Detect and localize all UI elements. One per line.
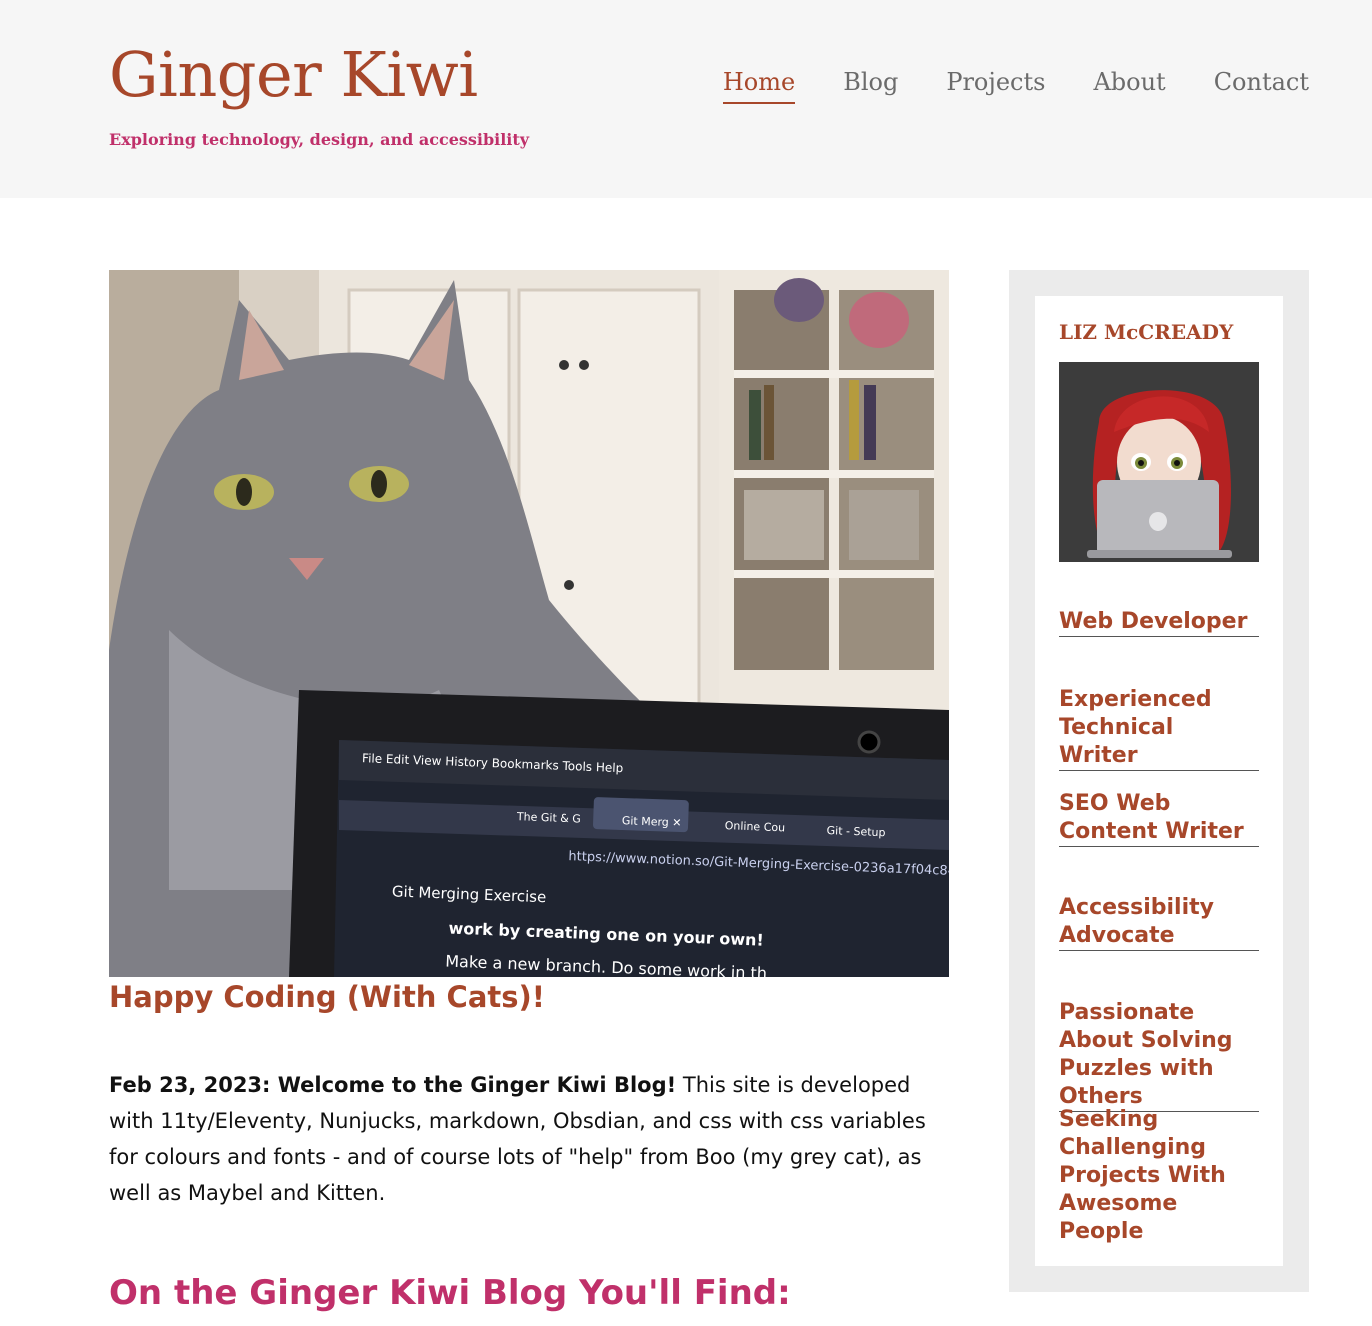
role-accessibility-advocate[interactable]: Accessibility Advocate [1059, 894, 1259, 951]
sidebar: LIZ McCREADY Web Developer Experienced T… [1009, 270, 1309, 1292]
svg-text:Online Cou: Online Cou [725, 819, 786, 834]
main-nav: Home Blog Projects About Contact [722, 68, 1309, 104]
role-seo-writer[interactable]: SEO Web Content Writer [1059, 790, 1259, 847]
section-heading: On the Ginger Kiwi Blog You'll Find: [109, 1273, 791, 1313]
svg-text:Git - Setup: Git - Setup [826, 824, 885, 839]
role-puzzles[interactable]: Passionate About Solving Puzzles with Ot… [1059, 999, 1259, 1112]
nav-contact[interactable]: Contact [1214, 68, 1309, 104]
nav-projects[interactable]: Projects [946, 68, 1045, 104]
nav-blog[interactable]: Blog [843, 68, 898, 104]
avatar [1059, 362, 1259, 562]
nav-home[interactable]: Home [722, 68, 796, 104]
site-tagline: Exploring technology, design, and access… [109, 130, 530, 149]
profile-card: LIZ McCREADY Web Developer Experienced T… [1035, 296, 1283, 1266]
nav-about[interactable]: About [1093, 68, 1165, 104]
post-body: Feb 23, 2023: Welcome to the Ginger Kiwi… [109, 1067, 954, 1211]
role-seeking-projects[interactable]: Seeking Challenging Projects With Awesom… [1059, 1106, 1259, 1246]
svg-text:Git Merg ✕: Git Merg ✕ [622, 814, 682, 829]
site-header: Ginger Kiwi Exploring technology, design… [0, 0, 1372, 198]
site-title[interactable]: Ginger Kiwi [109, 44, 478, 106]
post-lead: Feb 23, 2023: Welcome to the Ginger Kiwi… [109, 1073, 677, 1097]
profile-name: LIZ McCREADY [1059, 320, 1234, 344]
cat-photo: File Edit View History Bookmarks Tools H… [109, 270, 949, 977]
role-technical-writer[interactable]: Experienced Technical Writer [1059, 686, 1259, 771]
memoji-avatar-icon [1059, 362, 1259, 562]
hero-image-cat-laptop: File Edit View History Bookmarks Tools H… [109, 270, 949, 977]
role-web-developer[interactable]: Web Developer [1059, 608, 1259, 637]
post-title[interactable]: Happy Coding (With Cats)! [109, 980, 545, 1014]
svg-text:The Git & G: The Git & G [516, 810, 581, 825]
